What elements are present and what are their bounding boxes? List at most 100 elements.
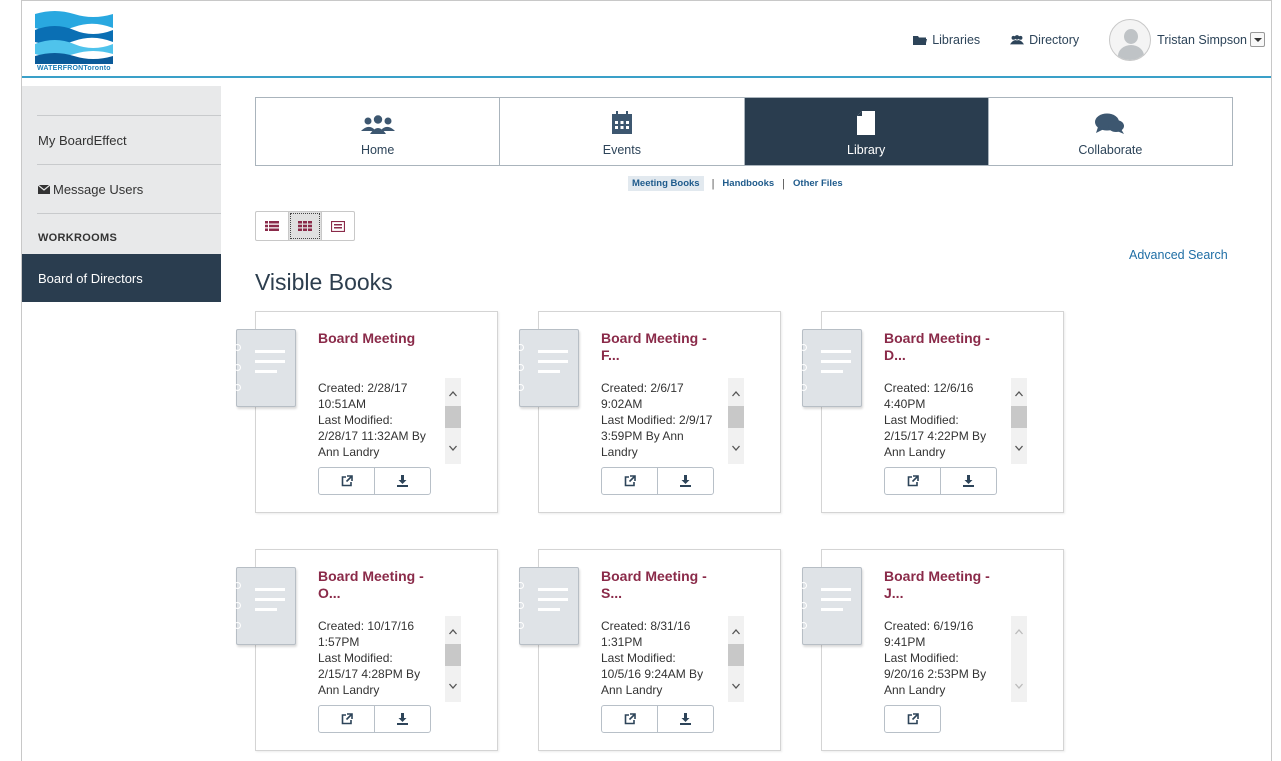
modified-label: Last Modified: — [318, 413, 393, 427]
open-external-button[interactable] — [601, 705, 658, 733]
top-header: WATERFRONToronto Libraries Directory Tri… — [22, 1, 1271, 78]
download-button[interactable] — [940, 467, 997, 495]
chevron-up-icon[interactable] — [732, 628, 740, 636]
tab-collaborate[interactable]: Collaborate — [989, 98, 1232, 165]
tab-library[interactable]: Library — [744, 98, 989, 165]
libraries-link[interactable]: Libraries — [913, 33, 980, 47]
download-button[interactable] — [657, 705, 714, 733]
book-icon[interactable] — [234, 329, 296, 407]
book-title[interactable]: Board Meeting - D... — [884, 330, 1024, 364]
tab-label: Library — [847, 143, 886, 157]
chevron-up-icon[interactable] — [1015, 628, 1023, 636]
download-button[interactable] — [657, 467, 714, 495]
book-icon[interactable] — [800, 329, 862, 407]
open-external-button[interactable] — [318, 467, 375, 495]
modified-label: Last Modified: — [318, 651, 393, 665]
external-link-icon — [907, 713, 919, 725]
scrollbar-thumb[interactable] — [1011, 406, 1027, 428]
scrollbar-thumb[interactable] — [728, 406, 744, 428]
open-external-button[interactable] — [884, 705, 941, 733]
grid-view-button[interactable] — [288, 211, 322, 241]
book-title-line[interactable]: O... — [318, 585, 458, 602]
book-title-line[interactable]: S... — [601, 585, 741, 602]
meta-scrollbar[interactable] — [728, 378, 744, 464]
envelope-icon — [38, 184, 50, 194]
book-title-line[interactable]: Board Meeting - — [318, 568, 458, 585]
meta-scrollbar[interactable] — [1011, 616, 1027, 702]
book-card: Board Meeting - S... Created: 8/31/16 1:31P… — [517, 549, 781, 751]
tab-label: Home — [360, 143, 395, 157]
book-title-line[interactable]: Board Meeting - — [884, 330, 1024, 347]
subnav-divider: | — [711, 177, 715, 190]
sidebar-item-label: Message Users — [53, 181, 144, 197]
subnav-other-files[interactable]: Other Files — [793, 178, 843, 189]
scrollbar-thumb[interactable] — [728, 644, 744, 666]
chevron-down-icon[interactable] — [732, 682, 740, 690]
top-nav: Libraries Directory Tristan Simpson — [913, 1, 1271, 78]
user-name[interactable]: Tristan Simpson — [1157, 33, 1247, 47]
list-view-button[interactable] — [255, 211, 289, 241]
chevron-up-icon[interactable] — [449, 390, 457, 398]
chevron-down-icon[interactable] — [732, 444, 740, 452]
meta-scrollbar[interactable] — [445, 616, 461, 702]
sidebar-item-message-users[interactable]: Message Users — [37, 164, 221, 213]
book-title-line[interactable]: Board Meeting — [318, 330, 458, 347]
book-title-line[interactable]: F... — [601, 347, 741, 364]
sidebar-item-my-boardeffect[interactable]: My BoardEffect — [37, 115, 221, 164]
book-title[interactable]: Board Meeting - S... — [601, 568, 741, 602]
book-title-line[interactable]: J... — [884, 585, 1024, 602]
chevron-down-icon[interactable] — [449, 682, 457, 690]
scrollbar-thumb[interactable] — [445, 644, 461, 666]
book-title[interactable]: Board Meeting - J... — [884, 568, 1024, 602]
book-title-line[interactable]: Board Meeting - — [601, 568, 741, 585]
subnav-meeting-books[interactable]: Meeting Books — [628, 176, 704, 191]
scrollbar-thumb[interactable] — [445, 406, 461, 428]
detail-view-button[interactable] — [321, 211, 355, 241]
user-menu[interactable]: Tristan Simpson — [1109, 18, 1265, 61]
chevron-up-icon[interactable] — [732, 390, 740, 398]
book-title-line[interactable]: Board Meeting - — [884, 568, 1024, 585]
chevron-down-icon[interactable] — [1015, 444, 1023, 452]
book-title[interactable]: Board Meeting — [318, 330, 458, 347]
directory-link[interactable]: Directory — [1010, 33, 1079, 47]
modified-date: 2/15/17 4:28PM By — [318, 667, 421, 681]
directory-label: Directory — [1029, 32, 1080, 47]
meta-scrollbar[interactable] — [445, 378, 461, 464]
created-time: 9:41PM — [884, 635, 926, 649]
book-card: Board Meeting - O... Created: 10/17/16 1:57… — [234, 549, 498, 751]
download-button[interactable] — [374, 467, 431, 495]
book-icon[interactable] — [234, 567, 296, 645]
book-card: Board Meeting - F... Created: 2/6/17 9:02AM… — [517, 311, 781, 513]
book-title-line[interactable]: D... — [884, 347, 1024, 364]
chevron-down-icon[interactable] — [449, 444, 457, 452]
created-time: 10:51AM — [318, 397, 367, 411]
view-toggle-group — [255, 211, 355, 241]
open-external-button[interactable] — [318, 705, 375, 733]
chevron-up-icon[interactable] — [1015, 390, 1023, 398]
chevron-down-icon[interactable] — [1250, 32, 1265, 47]
external-link-icon — [907, 475, 919, 487]
book-icon[interactable] — [800, 567, 862, 645]
avatar[interactable] — [1109, 18, 1152, 61]
subnav-handbooks[interactable]: Handbooks — [722, 178, 774, 189]
advanced-search-link[interactable]: Advanced Search — [1129, 248, 1228, 262]
book-title[interactable]: Board Meeting - O... — [318, 568, 458, 602]
waves-logo-icon — [35, 11, 113, 64]
modified-author: Landry — [601, 445, 638, 459]
chevron-down-icon[interactable] — [1015, 682, 1023, 690]
book-title-line[interactable]: Board Meeting - — [601, 330, 741, 347]
open-external-button[interactable] — [601, 467, 658, 495]
meta-scrollbar[interactable] — [728, 616, 744, 702]
tab-events[interactable]: Events — [500, 98, 745, 165]
sidebar-item-board-of-directors[interactable]: Board of Directors — [37, 254, 221, 302]
book-title[interactable]: Board Meeting - F... — [601, 330, 741, 364]
book-icon[interactable] — [517, 329, 579, 407]
open-external-button[interactable] — [884, 467, 941, 495]
chevron-up-icon[interactable] — [449, 628, 457, 636]
download-icon — [397, 475, 408, 487]
book-icon[interactable] — [517, 567, 579, 645]
download-button[interactable] — [374, 705, 431, 733]
created-date: Created: 2/28/17 — [318, 381, 408, 395]
tab-home[interactable]: Home — [256, 98, 501, 165]
meta-scrollbar[interactable] — [1011, 378, 1027, 464]
